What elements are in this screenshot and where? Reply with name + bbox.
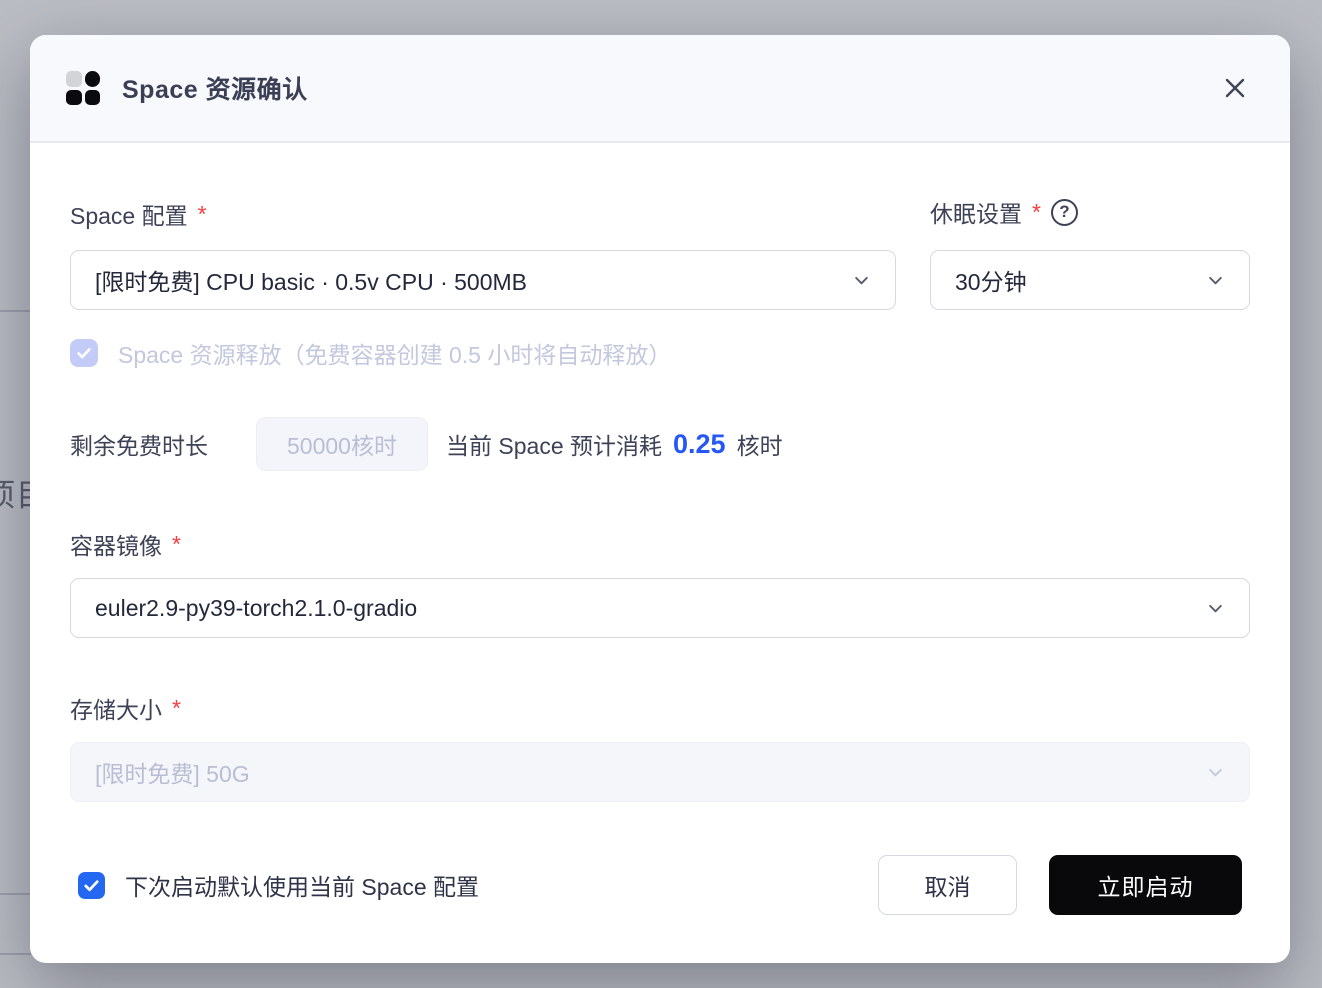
chevron-down-icon [1206, 763, 1225, 782]
sleep-setting-select[interactable]: 30分钟 [930, 250, 1250, 310]
quota-estimate-value: 0.25 [673, 429, 726, 460]
storage-select: [限时免费] 50G [70, 742, 1250, 802]
required-asterisk: * [172, 531, 181, 558]
quota-estimate: 当前 Space 预计消耗 0.25 核时 [446, 417, 783, 471]
space-config-select-value: [限时免费] CPU basic · 0.5v CPU · 500MB [95, 263, 527, 297]
release-checkbox-label: Space 资源释放（免费容器创建 0.5 小时将自动释放） [118, 336, 671, 370]
storage-select-value: [限时免费] 50G [95, 755, 250, 789]
dialog-title: Space 资源确认 [122, 70, 308, 106]
required-asterisk: * [198, 201, 207, 228]
release-checkbox-row: Space 资源释放（免费容器创建 0.5 小时将自动释放） [70, 336, 671, 370]
quota-label: 剩余免费时长 [70, 417, 208, 471]
required-asterisk: * [1032, 199, 1041, 226]
screen: 项目 Space 资源确认 Space 配置 * 休眠设置 * ? [0, 0, 1322, 988]
image-select-value: euler2.9-py39-torch2.1.0-gradio [95, 595, 417, 622]
image-label: 容器镜像 * [70, 527, 181, 561]
space-resource-confirm-dialog: Space 资源确认 Space 配置 * 休眠设置 * ? [限时免费] CP… [30, 35, 1290, 963]
space-config-select[interactable]: [限时免费] CPU basic · 0.5v CPU · 500MB [70, 250, 896, 310]
chevron-down-icon [1206, 271, 1225, 290]
dialog-header: Space 资源确认 [30, 35, 1290, 143]
background-divider [0, 310, 31, 312]
check-icon [75, 344, 93, 362]
quota-estimate-suffix: 核时 [737, 427, 783, 461]
check-icon [82, 876, 101, 895]
required-asterisk: * [172, 695, 181, 722]
image-select[interactable]: euler2.9-py39-torch2.1.0-gradio [70, 578, 1250, 638]
sleep-setting-label: 休眠设置 * ? [930, 195, 1078, 229]
storage-label: 存储大小 * [70, 691, 181, 725]
remember-checkbox[interactable] [78, 872, 105, 899]
chevron-down-icon [1206, 599, 1225, 618]
remember-checkbox-label: 下次启动默认使用当前 Space 配置 [125, 868, 479, 902]
help-icon[interactable]: ? [1051, 199, 1078, 226]
sleep-setting-select-value: 30分钟 [955, 263, 1027, 297]
chevron-down-icon [852, 271, 871, 290]
cancel-button[interactable]: 取消 [878, 855, 1017, 915]
close-button[interactable] [1216, 69, 1254, 107]
studio-logo-icon [66, 71, 100, 105]
quota-estimate-prefix: 当前 Space 预计消耗 [446, 427, 662, 461]
background-divider [0, 953, 31, 955]
close-icon [1220, 73, 1250, 103]
remember-checkbox-row[interactable]: 下次启动默认使用当前 Space 配置 [78, 855, 479, 915]
quota-remaining-box: 50000核时 [256, 417, 428, 471]
background-divider [0, 893, 31, 895]
start-now-button[interactable]: 立即启动 [1049, 855, 1242, 915]
space-config-label: Space 配置 * [70, 197, 207, 231]
release-checkbox [70, 339, 98, 367]
